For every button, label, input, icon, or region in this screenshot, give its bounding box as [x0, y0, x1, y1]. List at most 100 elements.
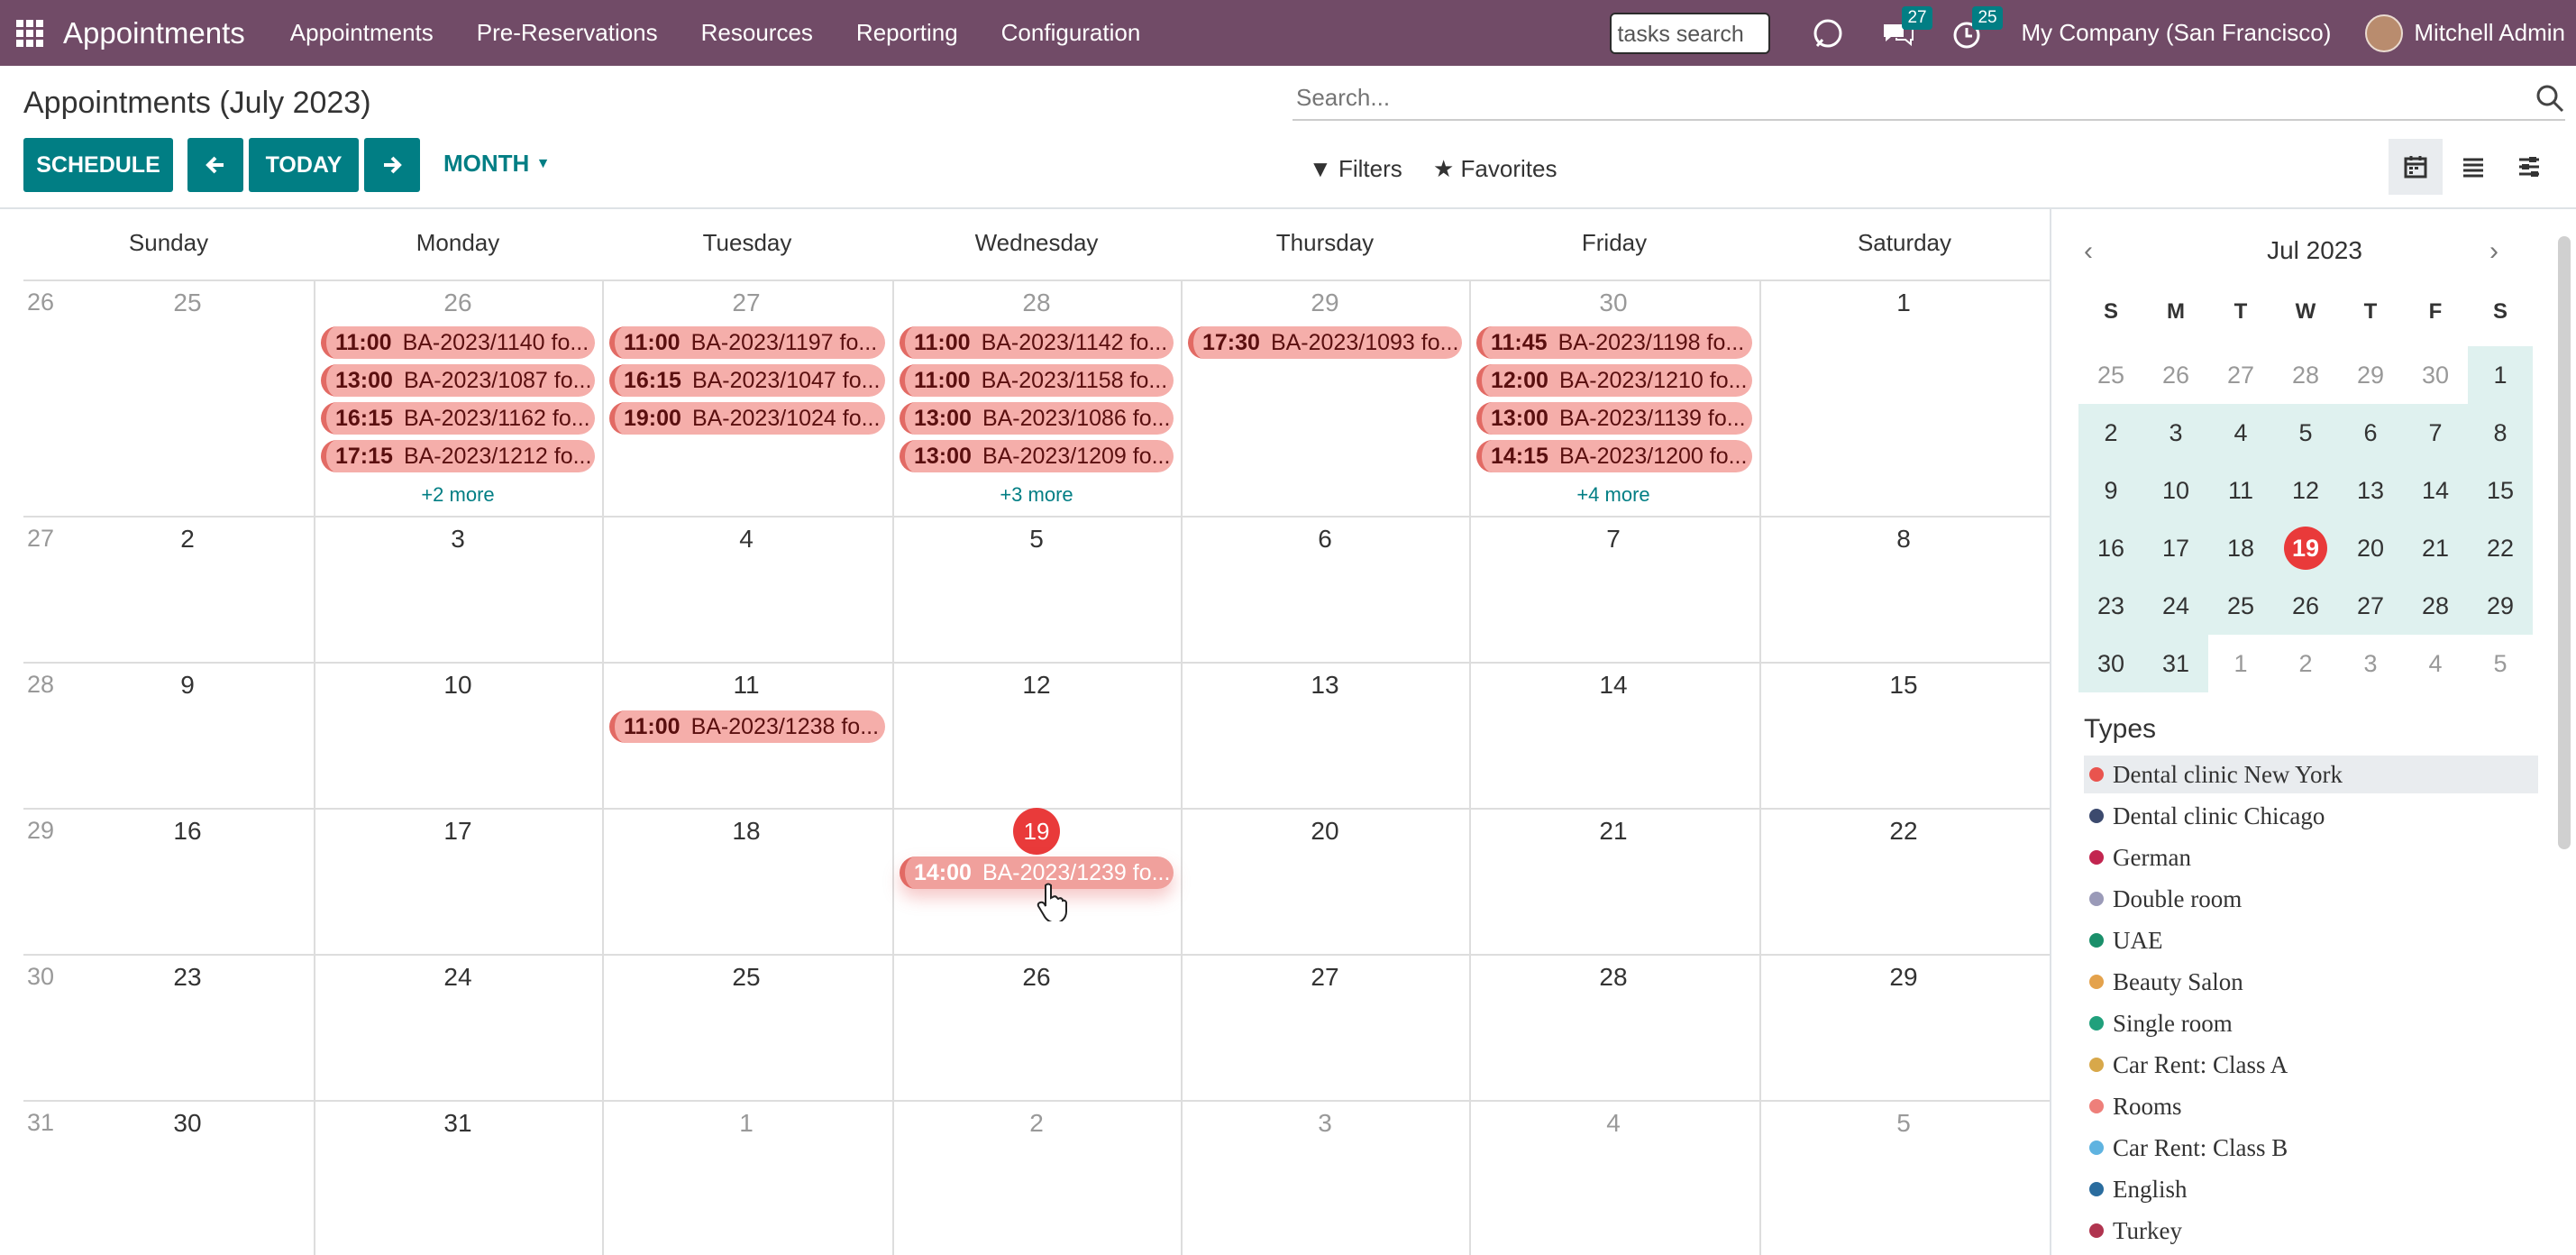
type-filter-item[interactable]: Single room: [2084, 1004, 2538, 1042]
mini-day[interactable]: 6: [2338, 404, 2403, 462]
day-cell-number[interactable]: 7: [1469, 525, 1758, 554]
day-cell-number[interactable]: 12: [892, 671, 1181, 700]
day-cell-number[interactable]: 28: [1469, 963, 1758, 992]
mini-day[interactable]: 25: [2078, 346, 2143, 404]
day-cell-number[interactable]: 3: [1181, 1109, 1469, 1138]
calendar-event[interactable]: 11:00 BA-2023/1197 fo...: [609, 326, 885, 359]
day-cell-number[interactable]: 23: [43, 963, 332, 992]
mini-day[interactable]: 28: [2403, 577, 2468, 635]
calendar-event[interactable]: 11:00 BA-2023/1238 fo...: [609, 710, 885, 743]
filters-button[interactable]: ▼ Filters: [1309, 155, 1402, 183]
mini-day[interactable]: 17: [2143, 519, 2208, 577]
mini-day[interactable]: 4: [2403, 635, 2468, 692]
calendar-event[interactable]: 16:15 BA-2023/1047 fo...: [609, 364, 885, 397]
day-cell-number[interactable]: 22: [1759, 817, 2048, 846]
day-cell-number[interactable]: 2: [892, 1109, 1181, 1138]
mini-day-today[interactable]: 19: [2273, 519, 2338, 577]
day-cell-number[interactable]: 13: [1181, 671, 1469, 700]
mini-day[interactable]: 7: [2403, 404, 2468, 462]
apps-menu-icon[interactable]: [16, 19, 43, 47]
day-cell-number[interactable]: 10: [314, 671, 602, 700]
mini-day[interactable]: 5: [2273, 404, 2338, 462]
mini-day[interactable]: 26: [2143, 346, 2208, 404]
type-filter-item[interactable]: Beauty Salon: [2084, 963, 2538, 1001]
calendar-event[interactable]: 14:15 BA-2023/1200 fo...: [1476, 440, 1752, 472]
mini-day[interactable]: 14: [2403, 462, 2468, 519]
day-cell-number[interactable]: 16: [43, 817, 332, 846]
day-cell-number[interactable]: 9: [43, 671, 332, 700]
calendar-event[interactable]: 11:45 BA-2023/1198 fo...: [1476, 326, 1752, 359]
day-cell-number[interactable]: 4: [602, 525, 891, 554]
mini-day[interactable]: 3: [2143, 404, 2208, 462]
calendar-event[interactable]: 13:00 BA-2023/1139 fo...: [1476, 402, 1752, 435]
type-filter-item[interactable]: German: [2084, 838, 2538, 876]
mini-day[interactable]: 26: [2273, 577, 2338, 635]
type-filter-item[interactable]: Turkey: [2084, 1212, 2538, 1250]
mini-day[interactable]: 1: [2468, 346, 2533, 404]
day-cell-number[interactable]: 15: [1759, 671, 2048, 700]
calendar-event[interactable]: 19:00 BA-2023/1024 fo...: [609, 402, 885, 435]
type-filter-item[interactable]: Dental clinic New York: [2084, 756, 2538, 793]
day-cell-number[interactable]: 14: [1469, 671, 1758, 700]
search-icon[interactable]: [2535, 83, 2565, 114]
mini-day[interactable]: 22: [2468, 519, 2533, 577]
mini-day[interactable]: 13: [2338, 462, 2403, 519]
mini-day[interactable]: 2: [2273, 635, 2338, 692]
mini-day[interactable]: 1: [2208, 635, 2273, 692]
type-filter-item[interactable]: Dental clinic Chicago: [2084, 797, 2538, 835]
day-cell-number[interactable]: 4: [1469, 1109, 1758, 1138]
calendar-event[interactable]: 13:00 BA-2023/1086 fo...: [900, 402, 1174, 435]
scale-dropdown[interactable]: MONTH ▼: [443, 150, 550, 178]
day-cell-number[interactable]: 25: [602, 963, 891, 992]
today-day-number[interactable]: 19: [1013, 808, 1060, 855]
day-cell-number[interactable]: 5: [892, 525, 1181, 554]
mini-day[interactable]: 29: [2468, 577, 2533, 635]
type-filter-item[interactable]: UAE: [2084, 921, 2538, 959]
type-filter-item[interactable]: Car Rent: Class B: [2084, 1129, 2538, 1167]
type-filter-item[interactable]: Double room: [2084, 880, 2538, 918]
day-cell-number[interactable]: 18: [602, 817, 891, 846]
menu-configuration[interactable]: Configuration: [1001, 19, 1141, 47]
mini-day[interactable]: 2: [2078, 404, 2143, 462]
day-cell-number[interactable]: 30: [43, 1109, 332, 1138]
day-cell-number[interactable]: 17: [314, 817, 602, 846]
menu-pre-reservations[interactable]: Pre-Reservations: [477, 19, 658, 47]
calendar-view-button[interactable]: [2389, 139, 2443, 195]
user-avatar[interactable]: [2365, 14, 2404, 52]
mini-day[interactable]: 31: [2143, 635, 2208, 692]
list-view-button[interactable]: [2446, 139, 2500, 195]
day-cell-number[interactable]: 30: [1469, 289, 1758, 317]
calendar-event[interactable]: 17:30 BA-2023/1093 fo...: [1188, 326, 1462, 359]
type-filter-item[interactable]: English: [2084, 1170, 2538, 1208]
menu-appointments[interactable]: Appointments: [290, 19, 434, 47]
menu-reporting[interactable]: Reporting: [856, 19, 958, 47]
app-brand[interactable]: Appointments: [63, 16, 245, 50]
schedule-button[interactable]: SCHEDULE: [23, 138, 173, 192]
mini-day[interactable]: 3: [2338, 635, 2403, 692]
mini-day[interactable]: 24: [2143, 577, 2208, 635]
day-cell-number[interactable]: 26: [892, 963, 1181, 992]
mini-day[interactable]: 11: [2208, 462, 2273, 519]
more-events-link[interactable]: +2 more: [314, 483, 602, 507]
more-events-link[interactable]: +3 more: [892, 483, 1181, 507]
activities-clock-icon[interactable]: 25: [1950, 5, 2003, 51]
prev-button[interactable]: [187, 138, 243, 192]
mini-day[interactable]: 15: [2468, 462, 2533, 519]
day-cell-number[interactable]: 27: [1181, 963, 1469, 992]
mini-day[interactable]: 29: [2338, 346, 2403, 404]
voip-phone-icon[interactable]: [1810, 15, 1846, 51]
day-cell-number[interactable]: 28: [892, 289, 1181, 317]
mini-day[interactable]: 21: [2403, 519, 2468, 577]
calendar-event[interactable]: 13:00 BA-2023/1209 fo...: [900, 440, 1174, 472]
day-cell-number[interactable]: 2: [43, 525, 332, 554]
day-cell-number[interactable]: 27: [602, 289, 891, 317]
mini-day[interactable]: 20: [2338, 519, 2403, 577]
mini-day[interactable]: 18: [2208, 519, 2273, 577]
day-cell-number[interactable]: 21: [1469, 817, 1758, 846]
sidebar-scrollbar[interactable]: [2558, 236, 2571, 849]
favorites-button[interactable]: ★ Favorites: [1433, 155, 1557, 183]
mini-day[interactable]: 30: [2403, 346, 2468, 404]
mini-day[interactable]: 16: [2078, 519, 2143, 577]
mini-day[interactable]: 23: [2078, 577, 2143, 635]
mini-day[interactable]: 27: [2208, 346, 2273, 404]
